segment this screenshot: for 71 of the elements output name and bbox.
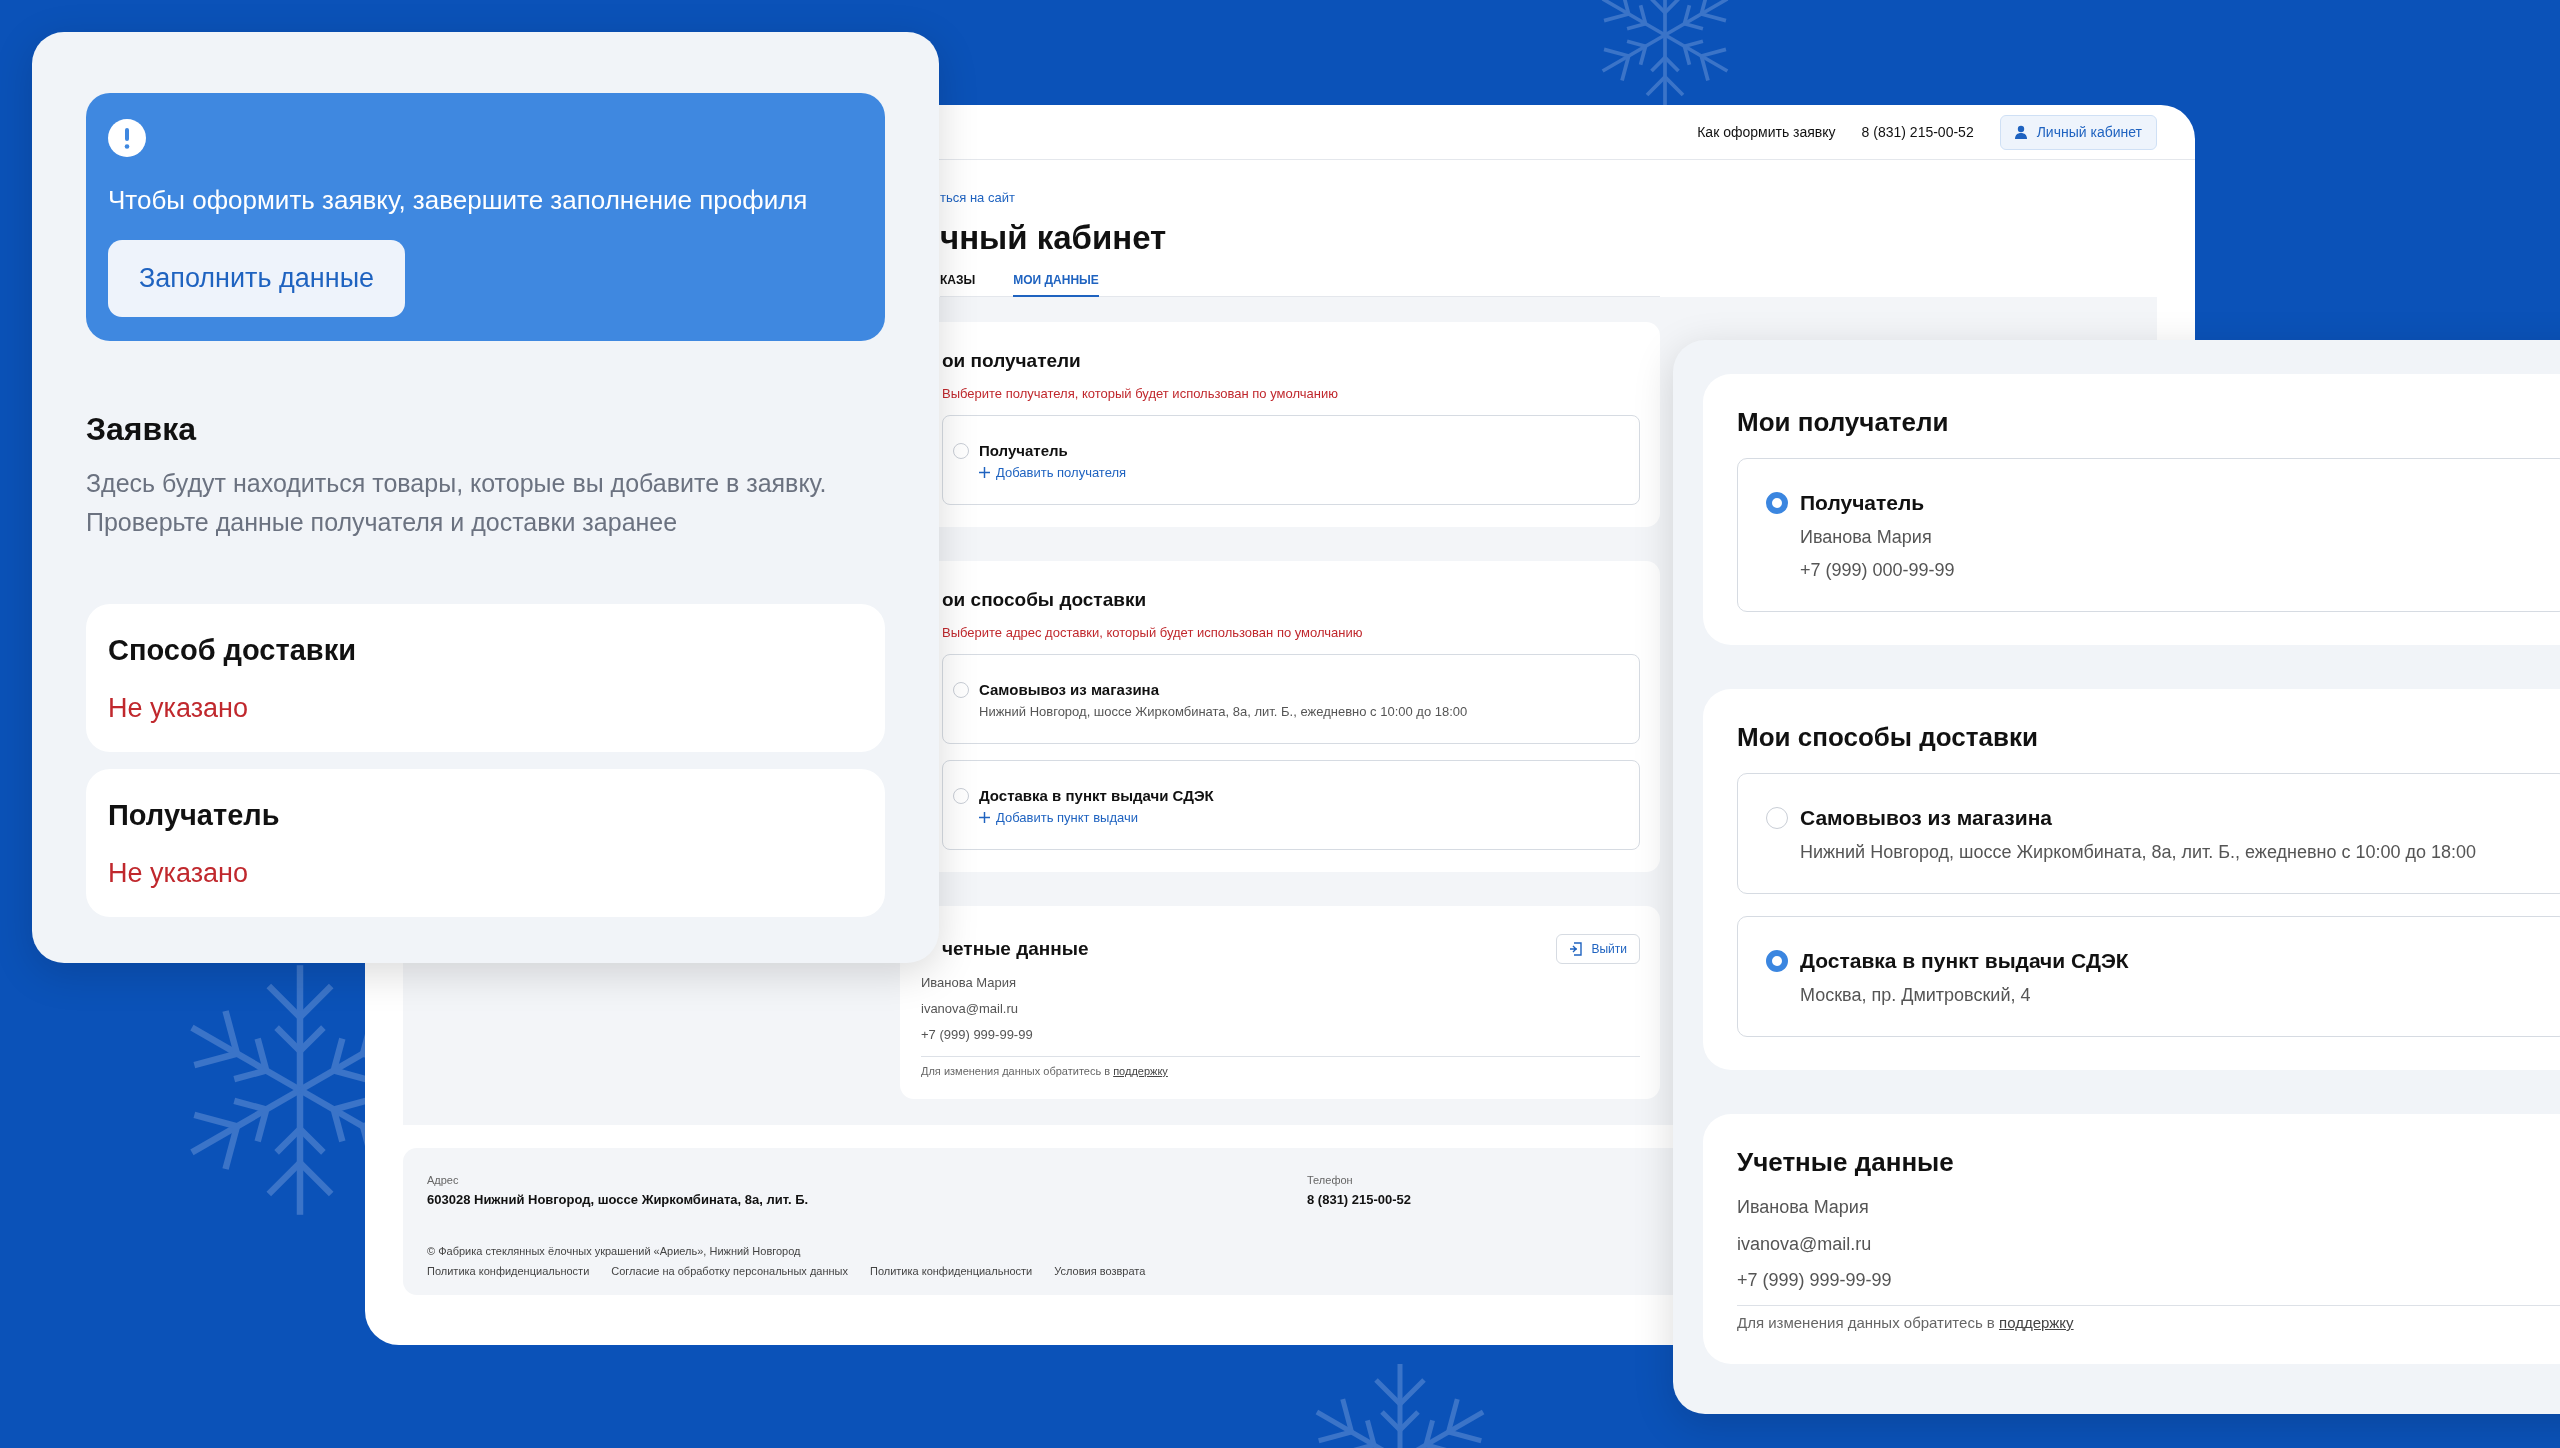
back-link[interactable]: ться на сайт — [940, 190, 2195, 205]
order-description: Здесь будут находиться товары, которые вы добавите в заявку. Проверьте данные получателя и доставки заранее — [86, 468, 828, 538]
section-title: ои получатели — [942, 350, 1082, 372]
footer-label: Телефон — [1307, 1174, 1353, 1187]
support-note: Для изменения данных обратитесь в поддержку — [921, 1065, 1169, 1078]
radio[interactable] — [953, 442, 969, 459]
user-icon — [2014, 125, 2027, 139]
option-label: Самовывоз из магазина — [979, 681, 1160, 698]
radio[interactable] — [953, 787, 969, 804]
footer-value: 603028 Нижний Новгород, шоссе Жиркомбината, 8а, лит. Б. — [427, 1192, 809, 1208]
order-title: Заявка — [86, 411, 198, 448]
option-box[interactable]: Доставка в пункт выдачи СДЭК Добавить пункт выдачи — [942, 760, 1640, 850]
option-detail: Нижний Новгород, шоссе Жиркомбината, 8а, лит. Б., ежедневно с 10:00 до 18:00 — [979, 704, 1469, 719]
account-info: Иванова Мария — [1737, 1197, 1870, 1219]
tab[interactable]: КАЗЫ — [940, 273, 976, 297]
plus-icon — [979, 812, 990, 823]
footer-label: Адрес — [427, 1174, 459, 1187]
radio[interactable] — [953, 681, 969, 698]
add-link[interactable]: Добавить пункт выдачи — [979, 810, 1619, 825]
option-detail: +7 (999) 000-99-99 — [1800, 560, 1956, 581]
account-button[interactable]: Личный кабинет — [1999, 114, 2157, 150]
option-label: Получатель — [1800, 491, 1926, 515]
footer-link[interactable]: Согласие на обработку персональных данных — [611, 1265, 848, 1278]
add-link[interactable]: Добавить получателя — [979, 465, 1619, 480]
footer-link[interactable]: Политика конфиденциальности — [427, 1265, 590, 1278]
support-note: Для изменения данных обратитесь в поддержку — [1737, 1313, 2075, 1331]
section-title: Мои получатели — [1737, 407, 1950, 438]
warning-text: Выберите получателя, который будет использован по умолчанию — [942, 386, 1339, 401]
summary-value: Не указано — [108, 858, 249, 889]
radio[interactable] — [1766, 492, 1788, 514]
radio[interactable] — [1766, 950, 1788, 972]
alert-icon — [108, 119, 146, 157]
account-info: ivanova@mail.ru — [1737, 1233, 1873, 1255]
account-info: +7 (999) 999-99-99 — [921, 1027, 1034, 1043]
option-detail: Москва, пр. Дмитровский, 4 — [1800, 985, 2032, 1006]
summary-title: Получатель — [108, 799, 281, 832]
option-box[interactable]: Доставка в пункт выдачи СДЭК Москва, пр. Дмитровский, 4 — [1737, 916, 2560, 1037]
summary-value: Не указано — [108, 693, 249, 724]
radio[interactable] — [1766, 807, 1788, 829]
warning-text: Выберите адрес доставки, который будет использован по умолчанию — [942, 625, 1364, 640]
option-box[interactable]: Самовывоз из магазина Нижний Новгород, шоссе Жиркомбината, 8а, лит. Б., ежедневно с 10:00 до 18:00 — [1737, 773, 2560, 894]
section-title: четные данные — [942, 938, 1089, 960]
option-box[interactable]: Самовывоз из магазина Нижний Новгород, шоссе Жиркомбината, 8а, лит. Б., ежедневно с 10:00 до 18:00 — [942, 654, 1640, 744]
logout-button[interactable]: Выйти — [1556, 934, 1640, 964]
account-info: +7 (999) 999-99-99 — [1737, 1269, 1893, 1291]
section-title: Учетные данные — [1737, 1147, 1955, 1178]
option-box[interactable]: Получатель Иванова Мария +7 (999) 000-99-99 — [1737, 458, 2560, 612]
alert-message: Чтобы оформить заявку, завершите заполнение профиля — [108, 185, 809, 216]
footer-link[interactable]: Условия возврата — [1054, 1265, 1146, 1278]
option-label: Самовывоз из магазина — [1800, 806, 2053, 830]
account-info: Иванова Мария — [921, 975, 1018, 991]
summary-title: Способ доставки — [108, 634, 357, 667]
section-title: Мои способы доставки — [1737, 722, 2039, 753]
support-link[interactable]: поддержку — [1113, 1065, 1168, 1078]
support-link[interactable]: поддержку — [1999, 1313, 2074, 1331]
account-info: ivanova@mail.ru — [921, 1001, 1019, 1017]
header-link[interactable]: Как оформить заявку — [1697, 124, 1836, 140]
footer-value: 8 (831) 215-00-52 — [1307, 1192, 1412, 1208]
plus-icon — [979, 467, 990, 478]
option-box[interactable]: Получатель Добавить получателя — [942, 415, 1640, 505]
option-label: Доставка в пункт выдачи СДЭК — [979, 787, 1215, 804]
fill-data-button[interactable]: Заполнить данные — [108, 240, 406, 317]
header-link[interactable]: 8 (831) 215-00-52 — [1861, 124, 1974, 140]
option-detail: Иванова Мария — [1800, 527, 1933, 548]
section-title: ои способы доставки — [942, 589, 1148, 611]
logout-icon — [1569, 942, 1584, 956]
option-label: Доставка в пункт выдачи СДЭК — [1800, 949, 2130, 973]
page-title: чный кабинет — [940, 219, 1168, 257]
option-label: Получатель — [979, 442, 1069, 459]
footer-link[interactable]: Политика конфиденциальности — [870, 1265, 1033, 1278]
option-detail: Нижний Новгород, шоссе Жиркомбината, 8а, лит. Б., ежедневно с 10:00 до 18:00 — [1800, 842, 2478, 863]
